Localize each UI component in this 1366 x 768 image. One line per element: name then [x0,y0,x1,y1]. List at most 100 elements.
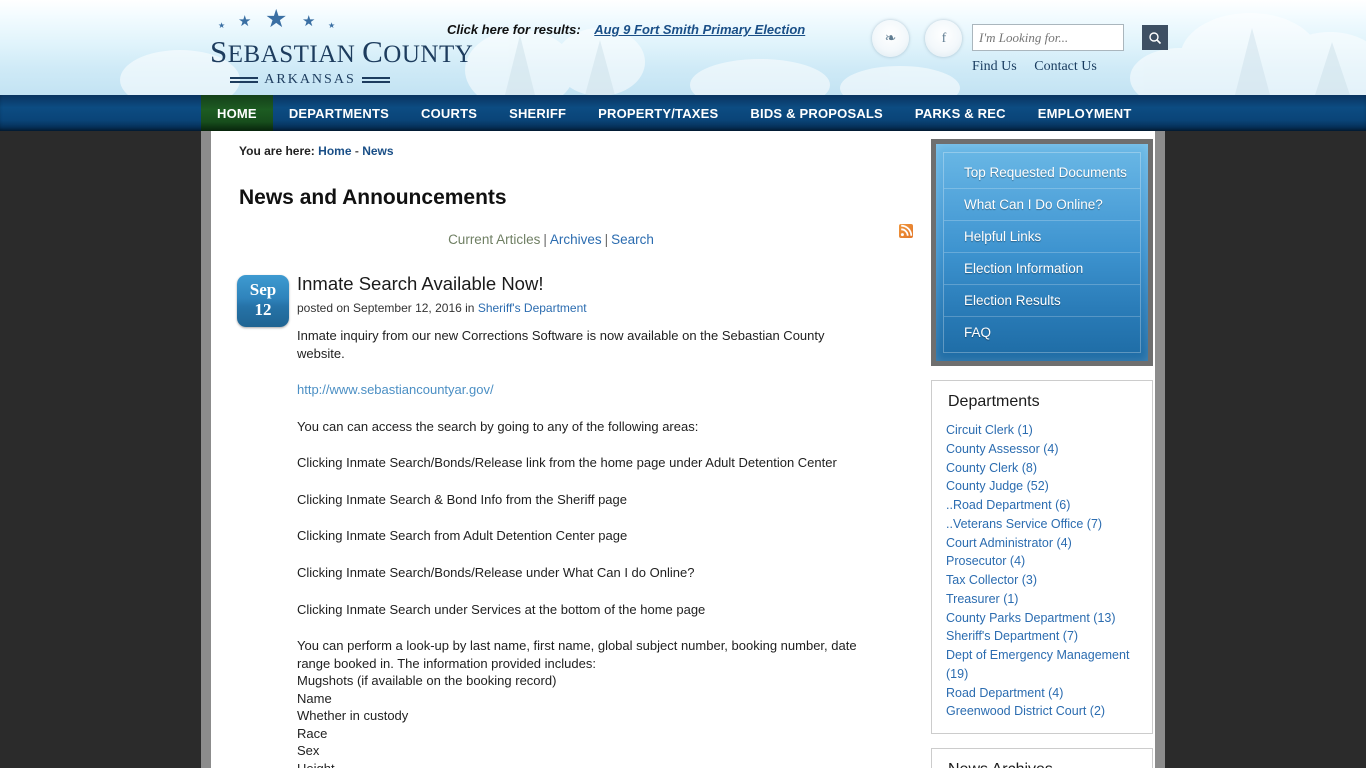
quick-link-what-can-i-do-online[interactable]: What Can I Do Online? [944,189,1140,221]
promo-label: Click here for results: [447,22,581,37]
article-nav-pipe-1: | [543,232,547,247]
site-logo[interactable]: ★ ★ ★ ★ ★ SEBASTIAN COUNTY ARKANSAS [210,8,410,88]
breadcrumb-current[interactable]: News [362,144,393,158]
nav-item-departments[interactable]: DEPARTMENTS [273,95,405,131]
news-post: Sep 12 Inmate Search Available Now! post… [229,273,913,768]
post-date-badge: Sep 12 [237,275,289,327]
quick-link-helpful-links[interactable]: Helpful Links [944,221,1140,253]
page-body: You are here: Home - News News and Annou… [0,131,1366,768]
post-external-link[interactable]: http://www.sebastiancountyar.gov/ [297,382,494,397]
search-input[interactable] [973,25,1142,50]
article-nav-archives[interactable]: Archives [550,232,602,247]
departments-title: Departments [948,393,1138,411]
social-links: ❧ f [872,20,974,62]
page-title: News and Announcements [239,186,913,210]
post-field-4: Race [297,725,869,743]
logo-rule-left [230,77,258,83]
post-field-6: Height [297,760,869,768]
post-bullet-4: Clicking Inmate Search/Bonds/Release und… [297,564,869,582]
star-icon: ★ [218,22,225,30]
article-nav: Current Articles|Archives|Search [229,232,913,247]
post-title[interactable]: Inmate Search Available Now! [297,273,913,295]
post-body: Inmate inquiry from our new Corrections … [297,327,869,768]
breadcrumb-separator: - [355,144,359,158]
post-meta-prefix: posted on September 12, 2016 in [297,301,474,315]
post-date-day: 12 [237,300,289,320]
quick-link-election-information[interactable]: Election Information [944,253,1140,285]
utility-links: Find Us Contact Us [972,59,1111,75]
main-column: You are here: Home - News News and Annou… [211,131,931,768]
post-bullet-2: Clicking Inmate Search & Bond Info from … [297,491,869,509]
department-county-clerk[interactable]: County Clerk (8) [946,459,1138,478]
nav-item-courts[interactable]: COURTS [405,95,493,131]
post-bullet-3: Clicking Inmate Search from Adult Detent… [297,527,869,545]
twitter-icon[interactable]: ❧ [872,20,909,57]
rss-icon[interactable] [899,224,913,238]
department-road-department[interactable]: Road Department (4) [946,684,1138,703]
department-county-parks[interactable]: County Parks Department (13) [946,609,1138,628]
post-paragraph: Inmate inquiry from our new Corrections … [297,327,869,362]
news-archives-panel: News Archives [931,748,1153,768]
promo-banner: Click here for results: Aug 9 Fort Smith… [447,22,805,37]
logo-subtitle: ARKANSAS [210,72,410,88]
nav-item-property-taxes[interactable]: PROPERTY/TAXES [582,95,734,131]
nav-item-parks-rec[interactable]: PARKS & REC [899,95,1022,131]
nav-item-employment[interactable]: EMPLOYMENT [1022,95,1148,131]
post-meta: posted on September 12, 2016 in Sheriff'… [297,301,913,315]
logo-stars: ★ ★ ★ ★ ★ [210,8,410,34]
quick-link-top-requested-documents[interactable]: Top Requested Documents [944,157,1140,189]
content-container: You are here: Home - News News and Annou… [201,131,1165,768]
department-prosecutor[interactable]: Prosecutor (4) [946,552,1138,571]
departments-panel: Departments Circuit Clerk (1) County Ass… [931,380,1153,734]
department-greenwood-district-court[interactable]: Greenwood District Court (2) [946,702,1138,721]
star-icon: ★ [328,22,335,30]
nav-items: HOME DEPARTMENTS COURTS SHERIFF PROPERTY… [201,95,1147,131]
site-search [972,24,1124,51]
post-field-3: Whether in custody [297,707,869,725]
contact-us-link[interactable]: Contact Us [1034,59,1097,74]
logo-subtitle-text: ARKANSAS [264,72,355,87]
department-court-administrator[interactable]: Court Administrator (4) [946,534,1138,553]
quick-link-election-results[interactable]: Election Results [944,285,1140,317]
nav-item-home[interactable]: HOME [201,95,273,131]
nav-item-bids-proposals[interactable]: BIDS & PROPOSALS [734,95,899,131]
logo-rule-right [362,77,390,83]
post-field-2: Name [297,690,869,708]
post-bullet-5: Clicking Inmate Search under Services at… [297,601,869,619]
search-button[interactable] [1142,25,1168,50]
facebook-icon[interactable]: f [925,20,962,57]
star-icon: ★ [302,14,315,29]
department-treasurer[interactable]: Treasurer (1) [946,590,1138,609]
department-county-judge[interactable]: County Judge (52) [946,477,1138,496]
post-meta-category[interactable]: Sheriff's Department [478,301,587,315]
find-us-link[interactable]: Find Us [972,59,1017,74]
post-lookup-paragraph: You can perform a look-up by last name, … [297,637,869,672]
article-nav-search[interactable]: Search [611,232,654,247]
department-county-assessor[interactable]: County Assessor (4) [946,440,1138,459]
post-intro: You can can access the search by going t… [297,418,869,436]
facebook-glyph: f [925,31,962,47]
article-nav-current[interactable]: Current Articles [448,232,540,247]
department-veterans-service-office[interactable]: ..Veterans Service Office (7) [946,515,1138,534]
twitter-glyph: ❧ [872,30,909,47]
site-header: ★ ★ ★ ★ ★ SEBASTIAN COUNTY ARKANSAS Clic… [0,0,1366,95]
post-date-month: Sep [237,280,289,300]
post-link-paragraph: http://www.sebastiancountyar.gov/ [297,381,869,399]
breadcrumb-home[interactable]: Home [318,144,351,158]
department-road-department-sub[interactable]: ..Road Department (6) [946,496,1138,515]
post-bullet-1: Clicking Inmate Search/Bonds/Release lin… [297,454,869,472]
quick-link-faq[interactable]: FAQ [944,317,1140,348]
article-nav-pipe-2: | [605,232,609,247]
department-sheriffs-department[interactable]: Sheriff's Department (7) [946,627,1138,646]
promo-link[interactable]: Aug 9 Fort Smith Primary Election [594,22,805,37]
breadcrumb-prefix: You are here: [239,144,315,158]
department-circuit-clerk[interactable]: Circuit Clerk (1) [946,421,1138,440]
post-field-1: Mugshots (if available on the booking re… [297,672,869,690]
nav-item-sheriff[interactable]: SHERIFF [493,95,582,131]
quick-links-inner: Top Requested Documents What Can I Do On… [943,152,1141,353]
quick-links-box: Top Requested Documents What Can I Do On… [931,139,1153,366]
department-emergency-management[interactable]: Dept of Emergency Management (19) [946,646,1138,684]
sidebar: Top Requested Documents What Can I Do On… [931,131,1155,768]
main-navigation: HOME DEPARTMENTS COURTS SHERIFF PROPERTY… [0,95,1366,131]
department-tax-collector[interactable]: Tax Collector (3) [946,571,1138,590]
